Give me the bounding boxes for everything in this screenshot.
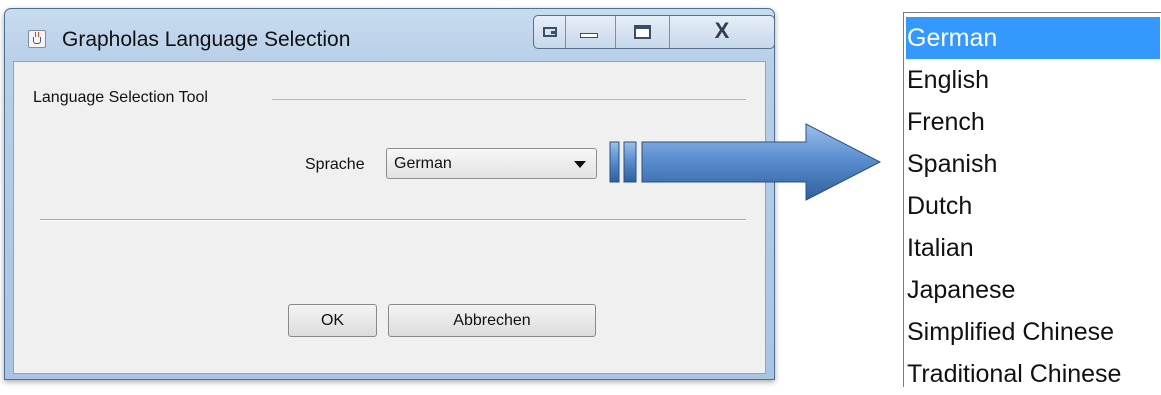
option-spanish[interactable]: Spanish xyxy=(906,143,1160,185)
ok-button[interactable]: OK xyxy=(288,304,377,337)
caption-buttons: X xyxy=(533,15,775,49)
dialog-content: Language Selection Tool Sprache German O… xyxy=(13,61,766,374)
option-french[interactable]: French xyxy=(906,101,1160,143)
window-title: Grapholas Language Selection xyxy=(62,28,351,51)
minimize-button[interactable] xyxy=(566,16,616,48)
language-options-list: German English French Spanish Dutch Ital… xyxy=(903,12,1161,388)
separator xyxy=(40,219,746,221)
option-english[interactable]: English xyxy=(906,59,1160,101)
option-german[interactable]: German xyxy=(906,17,1160,59)
language-label: Sprache xyxy=(305,156,365,173)
option-dutch[interactable]: Dutch xyxy=(906,185,1160,227)
language-combobox-value: German xyxy=(394,155,452,172)
close-icon: X xyxy=(714,18,730,43)
title-bar[interactable]: Grapholas Language Selection X xyxy=(5,9,775,61)
language-combobox[interactable]: German xyxy=(386,148,597,179)
extra-window-button[interactable] xyxy=(534,16,566,48)
window-extra-icon xyxy=(543,27,557,37)
option-japanese[interactable]: Japanese xyxy=(906,269,1160,311)
arrow-icon xyxy=(606,122,886,204)
option-simplified-chinese[interactable]: Simplified Chinese xyxy=(906,311,1160,353)
close-button[interactable]: X xyxy=(670,16,774,48)
group-title: Language Selection Tool xyxy=(33,89,214,107)
cancel-button[interactable]: Abbrechen xyxy=(388,304,596,337)
maximize-button[interactable] xyxy=(616,16,670,48)
minimize-icon xyxy=(580,33,598,38)
group-divider xyxy=(272,99,746,100)
option-italian[interactable]: Italian xyxy=(906,227,1160,269)
chevron-down-icon[interactable] xyxy=(574,161,586,168)
maximize-icon xyxy=(634,25,651,39)
option-traditional-chinese[interactable]: Traditional Chinese xyxy=(906,353,1160,395)
java-app-icon xyxy=(28,30,46,48)
